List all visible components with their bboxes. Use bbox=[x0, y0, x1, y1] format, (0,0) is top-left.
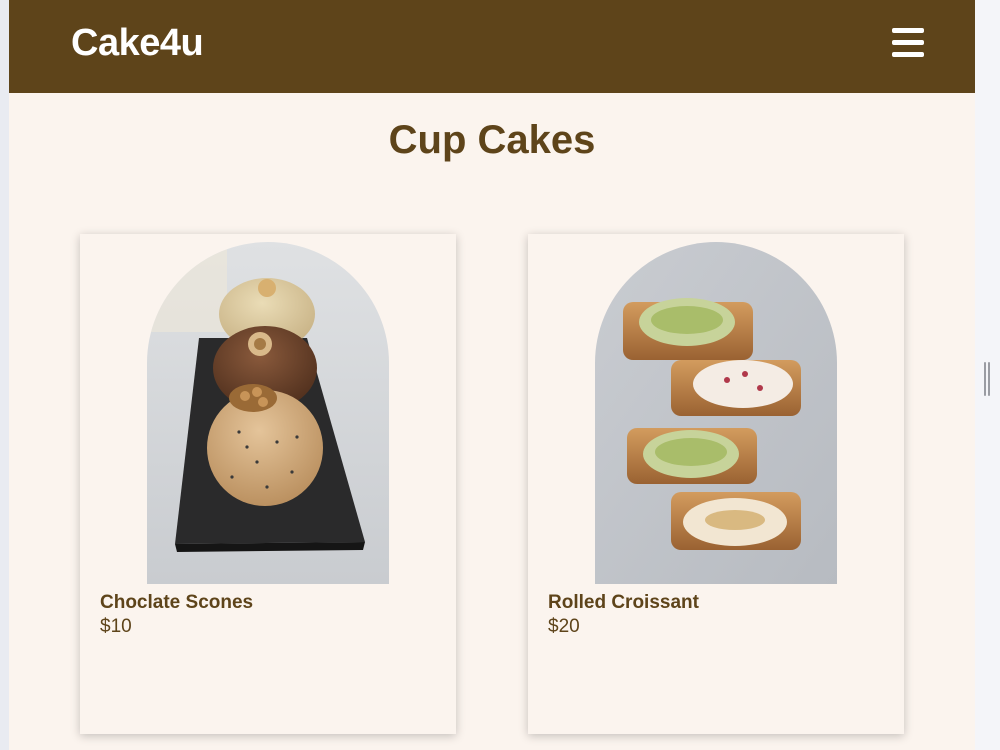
product-card[interactable]: Rolled Croissant $20 bbox=[528, 234, 904, 734]
product-card[interactable]: Choclate Scones $10 bbox=[80, 234, 456, 734]
product-price: $20 bbox=[548, 616, 580, 637]
brand-logo[interactable]: Cake4u bbox=[71, 22, 204, 65]
resize-handle[interactable] bbox=[983, 362, 991, 396]
browser-viewport: Cake4u Cup Cakes Choclate Scones $10 Rol… bbox=[0, 0, 1000, 750]
product-image-chocolate-scones bbox=[147, 242, 389, 584]
menu-bar bbox=[892, 52, 924, 57]
product-name[interactable]: Rolled Croissant bbox=[548, 592, 699, 614]
product-name[interactable]: Choclate Scones bbox=[100, 592, 253, 614]
window-edge bbox=[0, 0, 9, 750]
page: Cake4u Cup Cakes Choclate Scones $10 Rol… bbox=[9, 0, 975, 750]
product-price: $10 bbox=[100, 616, 132, 637]
section-title: Cup Cakes bbox=[388, 118, 596, 162]
product-image-rolled-croissant bbox=[595, 242, 837, 584]
menu-bar bbox=[892, 40, 924, 45]
menu-bar bbox=[892, 28, 924, 33]
handle-line bbox=[984, 362, 986, 396]
hamburger-menu-icon[interactable] bbox=[888, 26, 928, 60]
navbar: Cake4u bbox=[9, 0, 975, 93]
handle-line bbox=[988, 362, 990, 396]
